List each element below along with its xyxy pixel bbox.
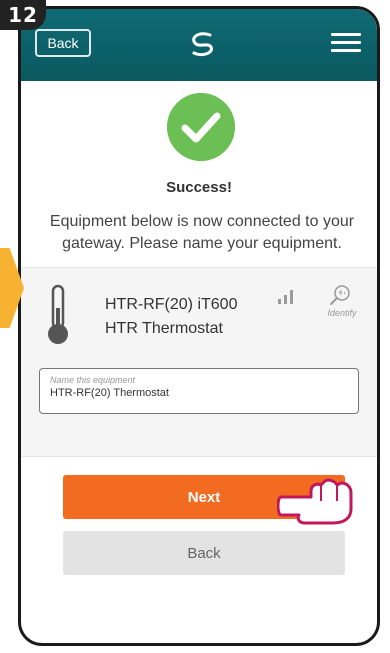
identify-label[interactable]: Identify — [317, 308, 367, 318]
equipment-model: HTR-RF(20) iT600 — [105, 296, 238, 313]
success-message: Equipment below is now connected to your… — [49, 213, 355, 252]
salus-logo-icon — [192, 32, 213, 57]
equipment-card: HTR-RF(20) iT600 HTR Thermostat Identify… — [21, 267, 377, 457]
step-number-badge: 12 — [0, 0, 46, 30]
identify-search-icon[interactable] — [329, 284, 351, 306]
name-field-label: Name this equipment — [50, 375, 136, 385]
checkmark-circle-icon — [167, 93, 235, 161]
name-field-value[interactable]: HTR-RF(20) Thermostat — [50, 387, 169, 399]
back-button[interactable]: Back — [63, 531, 345, 575]
success-title: Success! — [166, 179, 232, 196]
equipment-type: HTR Thermostat — [105, 320, 223, 337]
hand-pointer-icon — [277, 478, 353, 525]
equipment-name-field[interactable]: Name this equipment HTR-RF(20) Thermosta… — [39, 368, 359, 414]
phone-frame: Back Success! Equipment below is now con… — [18, 6, 380, 646]
hamburger-menu-icon[interactable] — [331, 33, 361, 55]
signal-strength-icon — [278, 290, 293, 304]
thermometer-icon — [48, 284, 68, 344]
header-back-button[interactable]: Back — [35, 29, 91, 57]
app-header: Back — [21, 9, 377, 81]
